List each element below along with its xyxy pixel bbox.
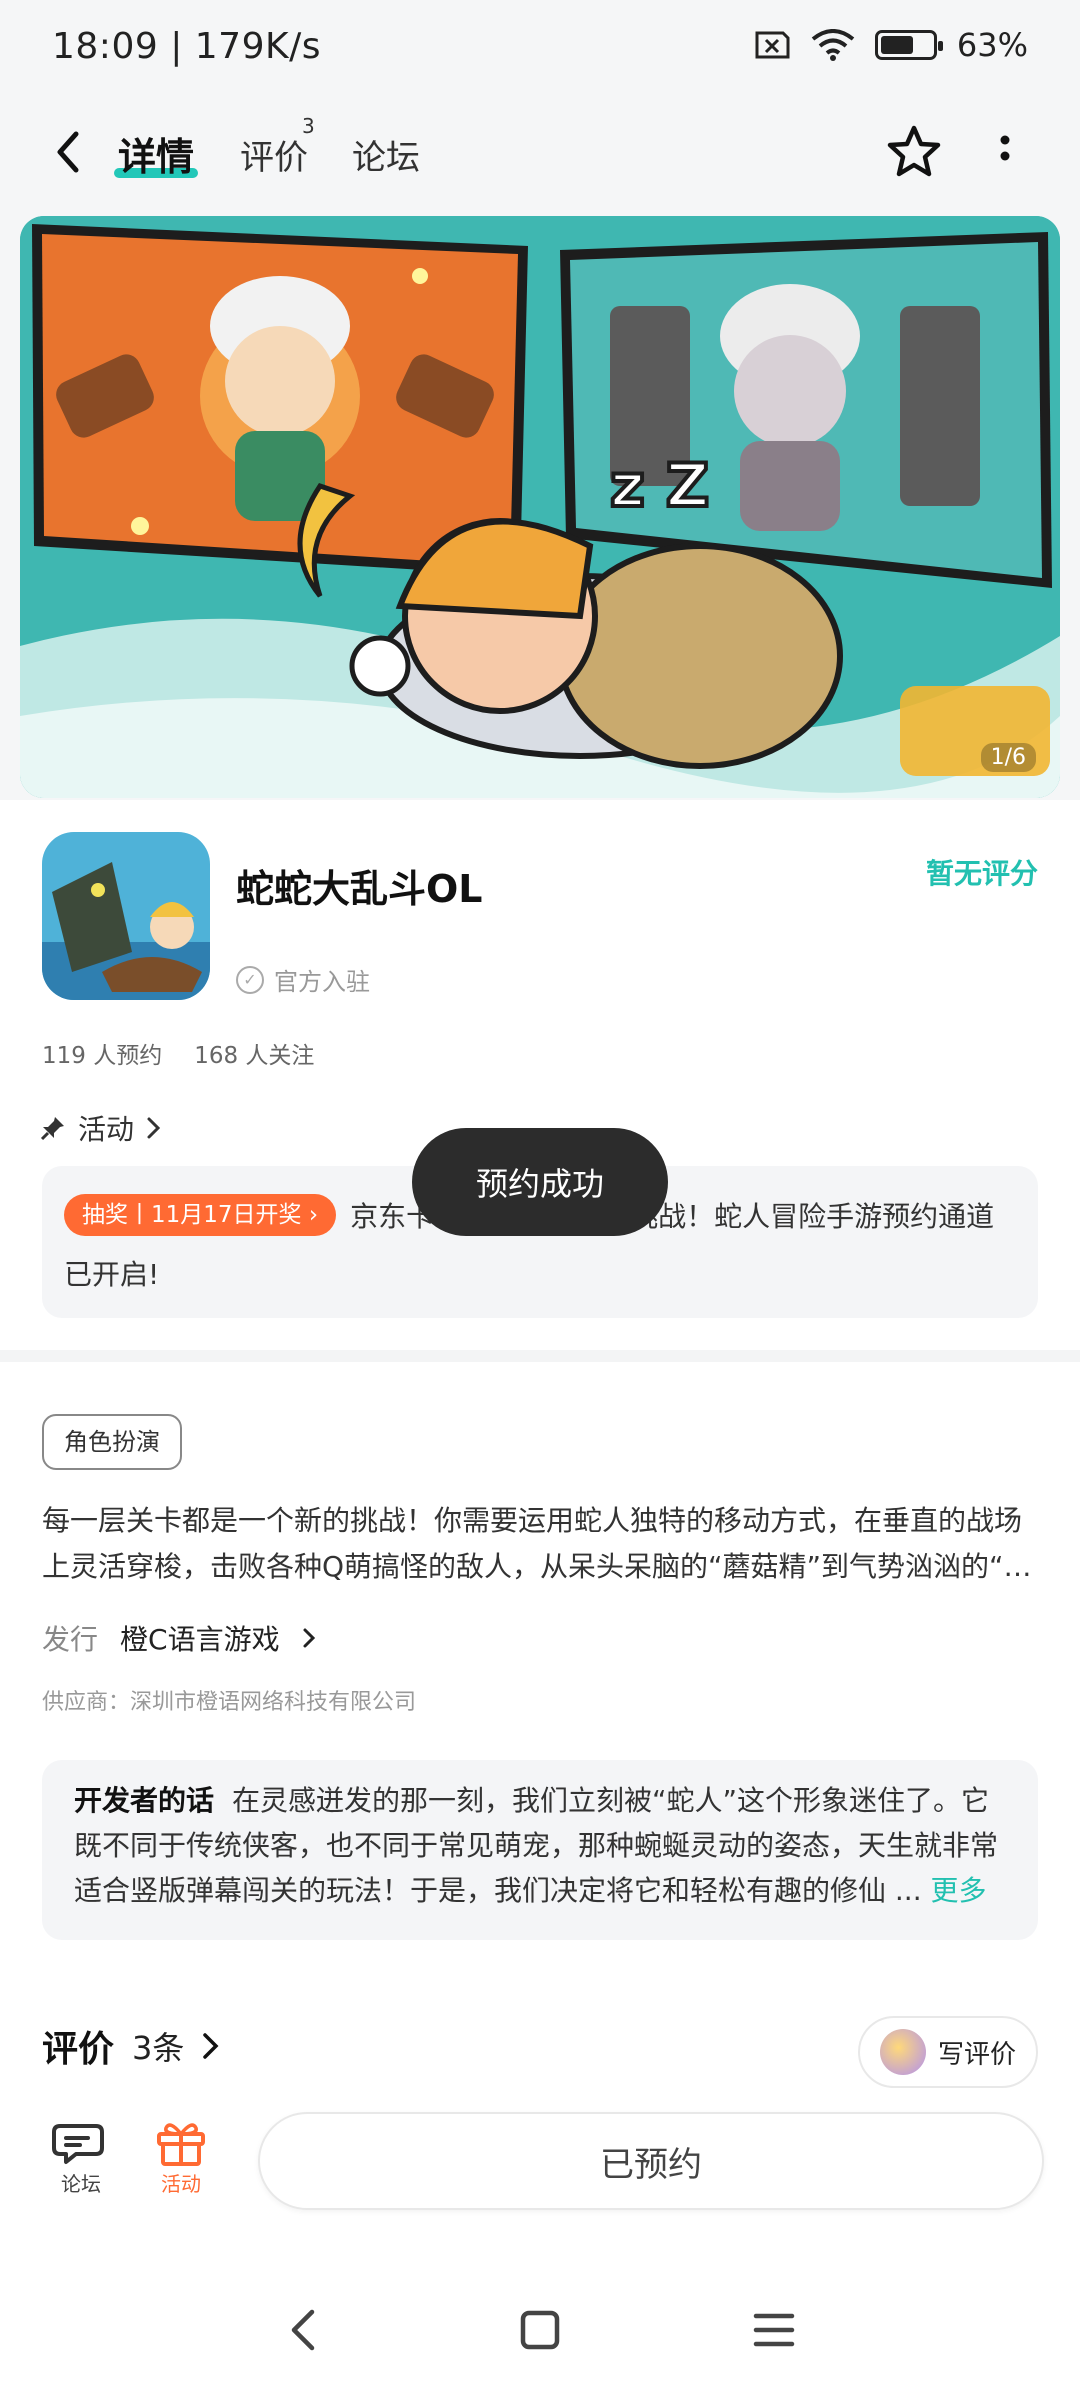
status-time: 18:09 | 179K/s [52, 26, 321, 67]
forum-nav-button[interactable]: 论坛 [36, 2118, 126, 2197]
chevron-right-icon [303, 1628, 315, 1648]
tab-forum[interactable]: 论坛 [352, 130, 420, 179]
game-description[interactable]: 每一层关卡都是一个新的挑战！你需要运用蛇人独特的移动方式，在垂直的战场上灵活穿梭… [42, 1498, 1038, 1590]
tab-reviews[interactable]: 评价 [240, 130, 308, 179]
sim-off-icon [755, 31, 790, 59]
battery-percent: 63% [956, 26, 1028, 64]
rating-status: 暂无评分 [925, 857, 1038, 890]
battery-icon [874, 30, 943, 60]
activity-label: 活动 [161, 2172, 201, 2196]
reviews-header[interactable]: 评价 3条 [42, 2020, 220, 2072]
activity-nav-button[interactable]: 活动 [136, 2118, 226, 2197]
svg-text:z Z: z Z [610, 451, 709, 521]
app-stats: 119 人预约 168 人关注 [42, 1036, 314, 1070]
genre-tag[interactable]: 角色扮演 [42, 1414, 182, 1470]
verified-check-icon: ✓ [236, 965, 264, 994]
publisher-label: 发行 [42, 1623, 99, 1656]
lottery-badge: 抽奖丨11月17日开奖 › [64, 1194, 337, 1236]
reviews-count: 3条 [132, 2029, 185, 2067]
official-badge: ✓ 官方入驻 [236, 962, 370, 997]
activity-title: 活动 [78, 1113, 135, 1146]
forum-chat-icon [52, 2124, 104, 2164]
write-review-button[interactable]: 写评价 [858, 2016, 1038, 2088]
banner-carousel[interactable]: z Z 1/6 [20, 216, 1060, 798]
status-icons: 63% [751, 26, 1028, 64]
nav-back-icon[interactable] [274, 2300, 334, 2360]
chevron-right-icon [203, 2033, 219, 2059]
developer-note-label: 开发者的话 [74, 1784, 215, 1817]
gift-icon [157, 2123, 205, 2166]
more-link[interactable]: 更多 [931, 1874, 987, 1907]
follower-count: 168 人关注 [194, 1043, 315, 1069]
nav-menu-icon[interactable] [744, 2300, 804, 2360]
back-arrow-icon[interactable] [44, 120, 92, 184]
reviews-title: 评价 [42, 2029, 115, 2070]
chevron-right-icon [147, 1117, 161, 1139]
more-options-icon[interactable] [990, 126, 1020, 182]
app-name: 蛇蛇大乱斗OL [236, 867, 483, 911]
reservation-count: 119 人预约 [42, 1043, 163, 1069]
banner-illustration: z Z [20, 216, 1060, 798]
reserved-button[interactable]: 已预约 [258, 2112, 1044, 2210]
official-label: 官方入驻 [274, 968, 370, 996]
section-divider [0, 1350, 1080, 1362]
avatar [879, 2029, 926, 2075]
favorite-star-icon[interactable] [884, 122, 944, 182]
publisher-name: 橙C语言游戏 [120, 1623, 280, 1656]
pin-icon [40, 1117, 64, 1141]
supplier-info: 供应商：深圳市橙语网络科技有限公司 [42, 1690, 417, 1715]
review-count-badge: 3 [302, 114, 315, 138]
app-icon [42, 832, 210, 1000]
publisher-row[interactable]: 发行 橙C语言游戏 [42, 1618, 316, 1658]
activity-section-header[interactable]: 活动 [40, 1108, 162, 1148]
write-review-label: 写评价 [937, 2039, 1016, 2070]
forum-label: 论坛 [61, 2172, 101, 2196]
tab-details[interactable]: 详情 [118, 126, 194, 181]
banner-page-indicator: 1/6 [980, 743, 1036, 772]
toast-message: 预约成功 [412, 1128, 668, 1236]
nav-home-icon[interactable] [510, 2300, 570, 2360]
developer-note[interactable]: 开发者的话 在灵感迸发的那一刻，我们立刻被“蛇人”这个形象迷住了。它既不同于传统侠… [42, 1760, 1038, 1940]
wifi-icon [811, 29, 855, 61]
